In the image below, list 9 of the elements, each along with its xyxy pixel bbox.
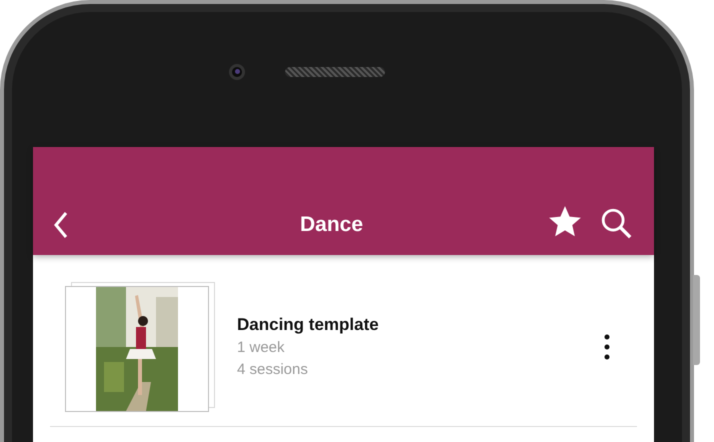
- template-title: Dancing template: [237, 314, 380, 336]
- more-icon: [604, 334, 610, 360]
- header-title: Dance: [298, 212, 364, 238]
- back-icon: [53, 211, 69, 239]
- camera-icon: [229, 64, 245, 80]
- template-row[interactable]: Dancing template 1 week 4 sessions: [50, 255, 637, 427]
- search-icon: [599, 206, 633, 240]
- template-sessions: 4 sessions: [237, 360, 309, 380]
- template-duration: 1 week: [237, 338, 286, 358]
